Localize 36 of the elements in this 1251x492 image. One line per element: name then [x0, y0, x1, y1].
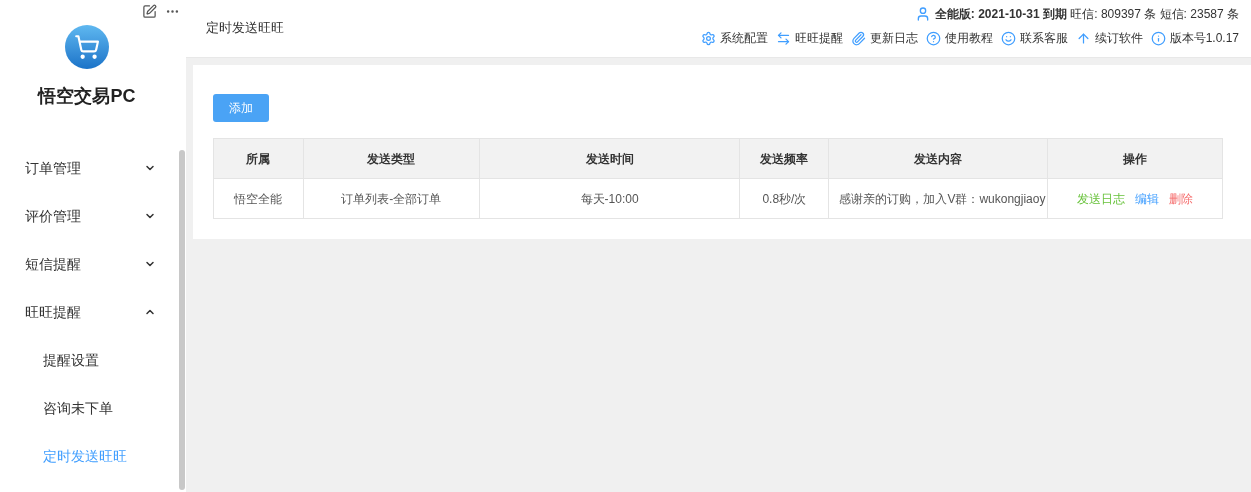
- submenu-item[interactable]: 咨询未下单: [0, 384, 186, 432]
- table-cell: 每天-10:00: [478, 179, 740, 218]
- toolbar-link[interactable]: 联系客服: [1000, 29, 1068, 47]
- help-icon: [925, 30, 941, 46]
- submenu-item[interactable]: 提醒设置: [0, 336, 186, 384]
- table-cell: 订单列表-全部订单: [302, 179, 479, 218]
- column-header: 发送类型: [302, 139, 479, 178]
- toolbar-link[interactable]: 版本号1.0.17: [1150, 29, 1239, 47]
- menu-item[interactable]: 评价管理: [0, 192, 186, 240]
- swap-arrows-icon: [775, 30, 791, 46]
- gear-icon: [700, 30, 716, 46]
- toolbar-link[interactable]: 更新日志: [850, 29, 918, 47]
- smile-icon: [1000, 30, 1016, 46]
- table-cell-text: 悟空全能: [233, 190, 284, 208]
- column-header: 操作: [1047, 139, 1222, 178]
- info-icon: [1150, 30, 1166, 46]
- table-cell: 0.8秒/次: [739, 179, 829, 218]
- toolbar-link[interactable]: 续订软件: [1075, 29, 1143, 47]
- menu-item[interactable]: 旺旺提醒: [0, 288, 186, 336]
- breadcrumb: 定时发送旺旺: [206, 19, 284, 37]
- toolbar-link[interactable]: 旺旺提醒: [775, 29, 843, 47]
- table-cell: 感谢亲的订购，加入V群：wukongjiaoy: [828, 179, 1048, 218]
- column-header: 发送频率: [739, 139, 829, 178]
- menu-item[interactable]: 短信提醒: [0, 240, 186, 288]
- menu-item[interactable]: 订单管理: [0, 144, 186, 192]
- column-header: 发送内容: [828, 139, 1048, 178]
- app-logo: [65, 25, 109, 69]
- app-name: 悟空交易PC: [36, 85, 137, 108]
- scrollbar[interactable]: [179, 150, 185, 490]
- edit-icon[interactable]: [142, 4, 157, 19]
- toolbar-link[interactable]: 使用教程: [925, 29, 993, 47]
- column-header: 所属: [245, 150, 272, 168]
- paperclip-icon: [850, 30, 866, 46]
- account-info: 全能版: 2021-10-31 到期 旺信: 809397 条 短信: 23587 条: [934, 6, 1239, 23]
- column-header: 发送时间: [478, 139, 740, 178]
- toolbar-link[interactable]: 系统配置: [700, 29, 768, 47]
